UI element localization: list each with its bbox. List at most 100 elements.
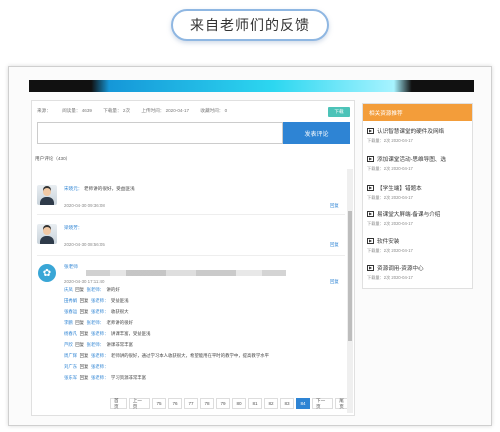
- reply-user[interactable]: 张东军: [64, 375, 77, 380]
- page-number[interactable]: 78: [200, 398, 214, 409]
- comment-user[interactable]: 张老师: [64, 264, 78, 270]
- reply-verb: 回复: [75, 342, 85, 347]
- resource-detail-panel: 来源： 阅读量： 4639 下载量： 2次 上传时间： 2020-04-17 收…: [31, 100, 355, 416]
- reply-row: 李鹏 回复 张老师： 老师讲的很好: [64, 320, 133, 326]
- reply-text: 讲课丰富，受益匪浅: [110, 331, 151, 336]
- reply-target[interactable]: 张老师：: [91, 331, 109, 336]
- reply-text: 受益匪浅: [110, 298, 129, 303]
- reply-verb: 回复: [79, 364, 89, 369]
- submit-comment-button[interactable]: 发表评论: [283, 122, 350, 144]
- related-item[interactable]: ▶ 易课堂大屏端-备课与介绍 下载量：2次 2020-04-17: [367, 210, 469, 227]
- related-item-title[interactable]: 易课堂大屏端-备课与介绍: [377, 210, 440, 218]
- related-resources-panel: 相关资源推荐 ▶ 认识智慧课堂的硬件及网络 下载量：2次 2020-04-17 ▶…: [362, 103, 473, 289]
- meta-source: 来源：: [37, 108, 51, 113]
- reply-verb: 回复: [79, 353, 89, 358]
- reply-target[interactable]: 张老师：: [87, 320, 105, 325]
- reply-target[interactable]: 张老师：: [91, 298, 109, 303]
- reply-user[interactable]: 庆凤: [64, 287, 73, 292]
- comment-time: 2020-04-30 08:56:05: [64, 242, 105, 247]
- video-icon: ▶: [367, 211, 374, 217]
- reply-row: 杨春凡 回复 张老师： 讲课丰富，受益匪浅: [64, 331, 150, 337]
- video-icon: ▶: [367, 156, 374, 162]
- related-item[interactable]: ▶ 软件安装 下载量：2次 2020-04-17: [367, 237, 469, 254]
- reply-user[interactable]: 刘广东: [64, 364, 77, 369]
- reply-row: 刘广东 回复 张老师：: [64, 364, 111, 370]
- comments-count: 用户评论（430）: [35, 156, 71, 161]
- reply-user[interactable]: 周广辉: [64, 353, 77, 358]
- comment-text: 老师讲的很好，受益匪浅: [84, 186, 135, 191]
- reply-verb: 回复: [75, 287, 85, 292]
- reply-text: 讲的好: [106, 287, 120, 292]
- reply-text: 讲课非常丰富: [106, 342, 133, 347]
- download-button[interactable]: 下载: [328, 107, 350, 117]
- reply-link[interactable]: 回复: [330, 279, 339, 285]
- related-item[interactable]: ▶ 添加课堂活动-思维导图、选 下载量：2次 2020-04-17: [367, 155, 469, 172]
- page-prev[interactable]: 上一页: [128, 398, 150, 409]
- reply-target[interactable]: 张老师：: [87, 342, 105, 347]
- video-icon: ▶: [367, 185, 374, 191]
- reply-row: 田秀娟 回复 张老师： 受益匪浅: [64, 298, 129, 304]
- related-item[interactable]: ▶ 【学生端】错题本 下载量：2次 2020-04-17: [367, 184, 469, 201]
- scrollbar-thumb[interactable]: [348, 211, 352, 341]
- related-item-title[interactable]: 资源调用-资源中心: [377, 264, 424, 272]
- redacted-text: [86, 270, 286, 276]
- meta-views: 阅读量： 4639: [62, 108, 92, 113]
- page-number[interactable]: 77: [184, 398, 198, 409]
- related-item[interactable]: ▶ 资源调用-资源中心 下载量：2次 2020-04-17: [367, 264, 469, 281]
- reply-text: 老师讲的很好，通过学习本人收获很大，希望能用在平时的教学中，提高教学水平: [110, 353, 269, 358]
- reply-row: 张春运 回复 张老师： 收获很大: [64, 309, 129, 315]
- page-number[interactable]: 82: [264, 398, 278, 409]
- page-number[interactable]: 83: [280, 398, 294, 409]
- related-resources-title: 相关资源推荐: [363, 104, 472, 121]
- divider: [37, 214, 345, 215]
- video-icon: ▶: [367, 128, 374, 134]
- related-item-title[interactable]: 认识智慧课堂的硬件及网络: [377, 127, 444, 135]
- comment-input[interactable]: [37, 122, 283, 144]
- related-item[interactable]: ▶ 认识智慧课堂的硬件及网络 下载量：2次 2020-04-17: [367, 127, 469, 144]
- reply-verb: 回复: [79, 331, 89, 336]
- reply-user[interactable]: 李鹏: [64, 320, 73, 325]
- comment-user[interactable]: 宋晓元：: [64, 186, 82, 192]
- meta-likes: 收藏时间： 0: [200, 108, 228, 113]
- page-number[interactable]: 81: [248, 398, 262, 409]
- related-item-meta: 下载量：2次 2020-04-17: [367, 166, 413, 171]
- related-item-title[interactable]: 【学生端】错题本: [377, 184, 422, 192]
- reply-verb: 回复: [79, 375, 89, 380]
- reply-user[interactable]: 芦欣: [64, 342, 73, 347]
- reply-row: 张东军 回复 张老师： 学习资源非常丰富: [64, 375, 146, 381]
- avatar: [37, 224, 57, 244]
- page-number-current[interactable]: 84: [296, 398, 310, 409]
- reply-target[interactable]: 张老师：: [91, 353, 109, 358]
- page-number[interactable]: 80: [232, 398, 246, 409]
- related-item-title[interactable]: 添加课堂活动-思维导图、选: [377, 155, 446, 163]
- reply-user[interactable]: 张春运: [64, 309, 77, 314]
- reply-user[interactable]: 杨春凡: [64, 331, 77, 336]
- reply-user[interactable]: 田秀娟: [64, 298, 77, 303]
- page-number[interactable]: 75: [152, 398, 166, 409]
- pagination: 首页 上一页 75 76 77 78 79 80 81 82 83 84 下一页…: [110, 398, 354, 409]
- video-icon: ▶: [367, 265, 374, 271]
- meta-upload-time: 上传时间： 2020-04-17: [141, 108, 190, 113]
- reply-link[interactable]: 回复: [330, 242, 339, 248]
- meta-downloads: 下载量： 2次: [103, 108, 131, 113]
- reply-target[interactable]: 张老师：: [87, 287, 105, 292]
- reply-target[interactable]: 张老师：: [91, 375, 109, 380]
- page-next[interactable]: 下一页: [312, 398, 334, 409]
- page-number[interactable]: 76: [168, 398, 182, 409]
- reply-target[interactable]: 张老师：: [91, 364, 109, 369]
- comment-time: 2020-04-30 17:11:40: [64, 279, 105, 284]
- page-first[interactable]: 首页: [110, 398, 127, 409]
- reply-row: 庆凤 回复 张老师： 讲的好: [64, 287, 120, 293]
- reply-verb: 回复: [75, 320, 85, 325]
- reply-target[interactable]: 张老师：: [91, 309, 109, 314]
- resource-meta: 来源： 阅读量： 4639 下载量： 2次 上传时间： 2020-04-17 收…: [37, 108, 237, 114]
- scrollbar[interactable]: [347, 169, 353, 413]
- reply-link[interactable]: 回复: [330, 203, 339, 209]
- related-item-meta: 下载量：2次 2020-04-17: [367, 275, 413, 280]
- top-banner: [29, 80, 474, 92]
- video-icon: ▶: [367, 238, 374, 244]
- page-number[interactable]: 79: [216, 398, 230, 409]
- comment-user[interactable]: 梁晓芳：: [64, 225, 82, 231]
- related-item-title[interactable]: 软件安装: [377, 237, 399, 245]
- divider: [37, 255, 345, 256]
